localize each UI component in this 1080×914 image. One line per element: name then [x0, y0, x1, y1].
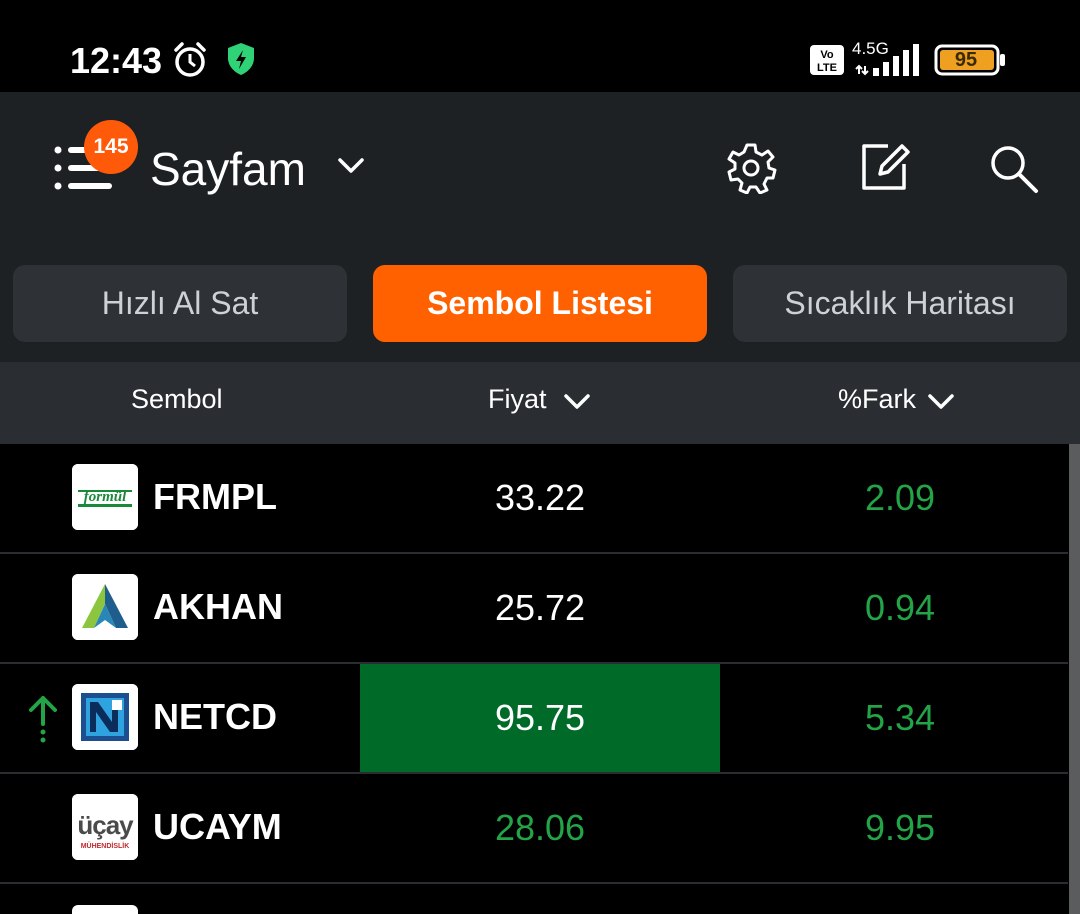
- chevron-down-icon[interactable]: [563, 390, 591, 414]
- price-value: 28.06: [494, 807, 586, 848]
- table-row[interactable]: formül FRMPL 33.22 2.09: [0, 444, 1068, 554]
- akhan-logo: [72, 574, 138, 640]
- price-value-highlighted: 95.75: [360, 664, 720, 772]
- chevron-down-icon[interactable]: [927, 390, 955, 414]
- change-value: 5.34: [864, 697, 936, 738]
- price-value: 25.72: [494, 587, 586, 628]
- search-icon[interactable]: [988, 143, 1040, 195]
- ucay-logo: üçay MÜHENDİSLİK: [72, 794, 138, 860]
- symbol-name: UCAYM: [153, 806, 282, 847]
- arrow-up-icon: [29, 696, 57, 743]
- svg-text:LTE: LTE: [817, 62, 837, 74]
- table-header: Sembol Fiyat %Fark: [0, 362, 1080, 444]
- tab-sembol-listesi[interactable]: Sembol Listesi: [373, 265, 707, 342]
- formul-logo: formül: [72, 464, 138, 530]
- change-value: 9.95: [864, 807, 936, 848]
- scrollbar[interactable]: [1069, 444, 1080, 914]
- volte-icon: Vo LTE: [810, 45, 844, 75]
- table-row[interactable]: NETCD 95.75 5.34: [0, 664, 1068, 774]
- svg-text:MÜHENDİSLİK: MÜHENDİSLİK: [81, 841, 130, 850]
- shield-icon: [228, 43, 254, 75]
- table-row[interactable]: üçay MÜHENDİSLİK UCAYM 28.06 9.95: [0, 774, 1068, 884]
- symbol-name: AKHAN: [153, 586, 283, 627]
- change-value: 2.09: [864, 477, 936, 518]
- battery-level: 95: [954, 49, 978, 71]
- svg-text:Vo: Vo: [820, 49, 834, 61]
- alarm-icon: [174, 42, 206, 77]
- change-value: 0.94: [864, 587, 936, 628]
- notification-badge: 145: [84, 120, 138, 174]
- column-header-sembol: Sembol: [131, 384, 223, 414]
- symbol-name: FRMPL: [153, 476, 277, 517]
- gear-icon[interactable]: [725, 142, 777, 194]
- tab-hizli-al-sat[interactable]: Hızlı Al Sat: [13, 265, 347, 342]
- column-header-fiyat[interactable]: Fiyat: [488, 384, 547, 415]
- chevron-down-icon[interactable]: [336, 152, 366, 180]
- next-row-logo: [72, 905, 138, 914]
- netcd-logo: [72, 684, 138, 750]
- edit-icon[interactable]: [858, 140, 912, 194]
- status-bar: 12:43 Vo LTE 4.5G 95: [0, 0, 1080, 92]
- svg-text:üçay: üçay: [77, 810, 134, 840]
- symbol-name: NETCD: [153, 696, 277, 737]
- column-header-fark[interactable]: %Fark: [838, 384, 916, 415]
- signal-icon: [855, 44, 919, 76]
- price-value: 33.22: [494, 477, 586, 518]
- table-row[interactable]: AKHAN 25.72 0.94: [0, 554, 1068, 664]
- tab-sicaklik-haritasi[interactable]: Sıcaklık Haritası: [733, 265, 1067, 342]
- page-title[interactable]: Sayfam: [150, 142, 306, 196]
- clock: 12:43: [70, 40, 163, 81]
